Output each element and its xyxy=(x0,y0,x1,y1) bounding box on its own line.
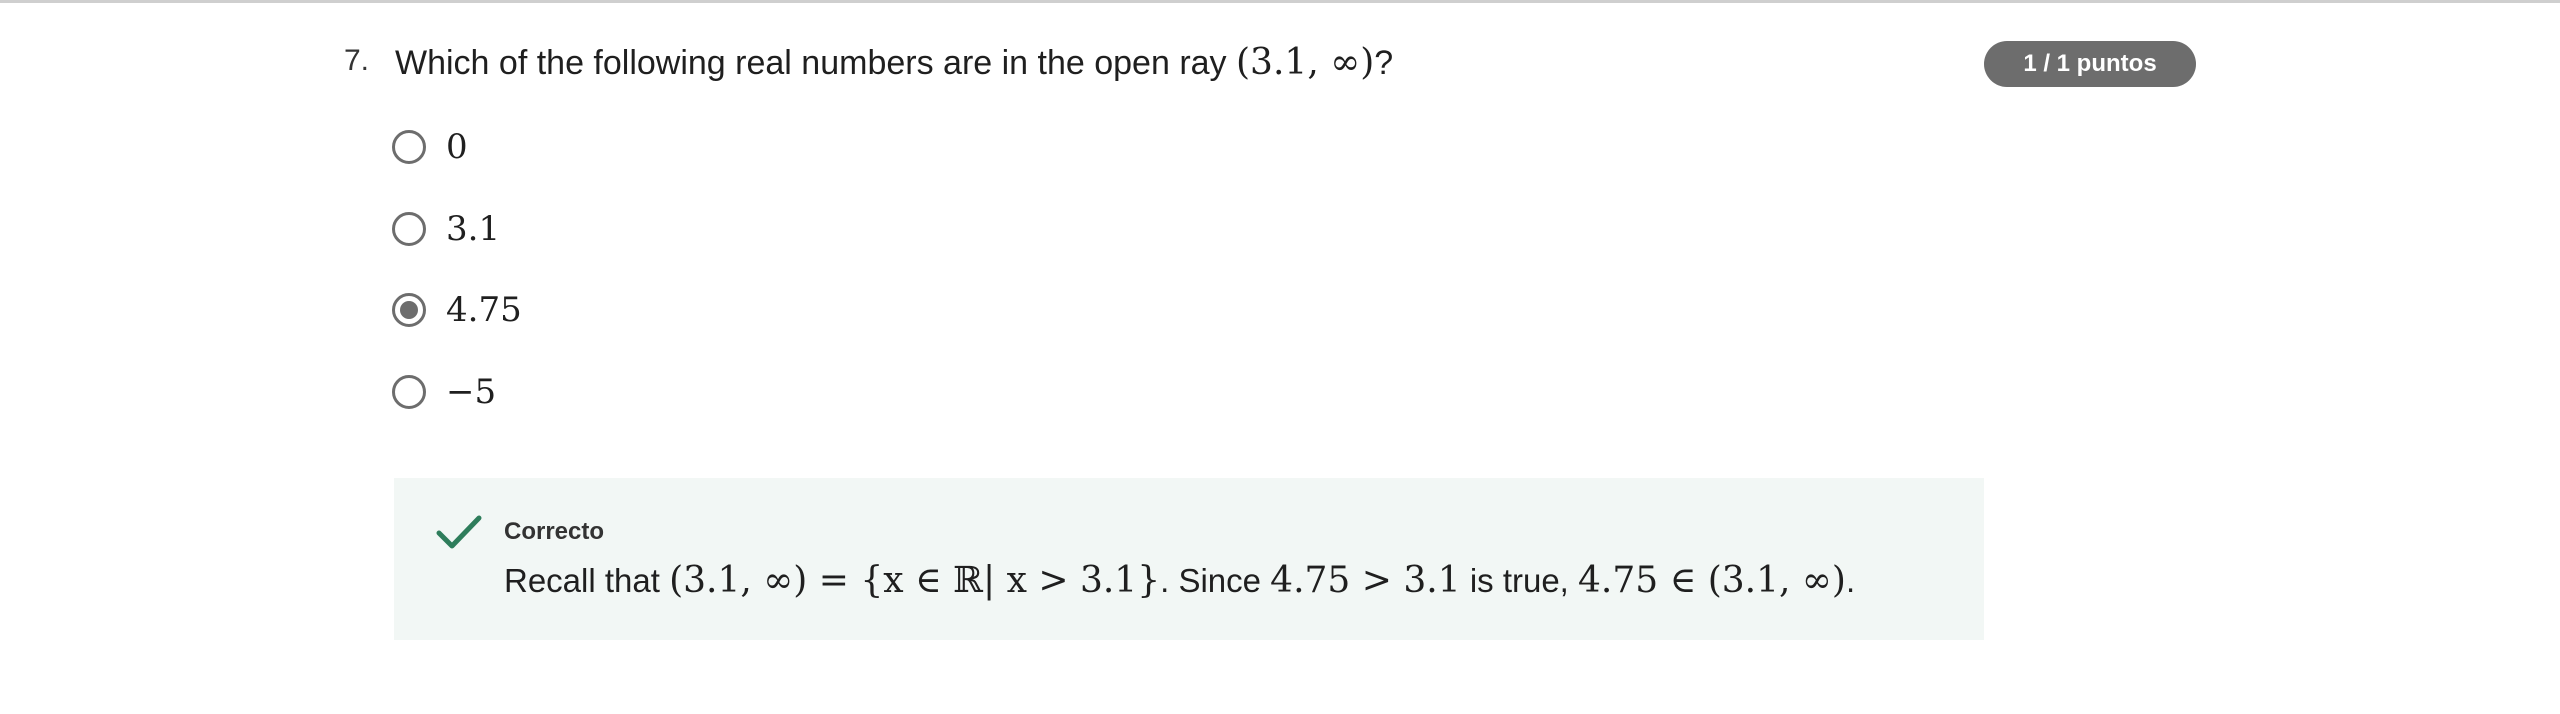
radio-selected-dot xyxy=(400,301,418,319)
feedback-text-recall: Recall that xyxy=(504,562,660,599)
question-mark: ? xyxy=(1374,44,1394,82)
top-divider xyxy=(0,0,2560,3)
feedback-panel: Correcto Recall that (3.1, ∞) = {x ∈ ℝ| … xyxy=(394,478,1984,640)
feedback-text-end: . xyxy=(1845,562,1856,599)
radio-button-selected[interactable] xyxy=(392,293,426,327)
radio-button[interactable] xyxy=(392,375,426,409)
question-math: (3.1, ∞) xyxy=(1236,42,1375,83)
feedback-math-inequality: 4.75 > 3.1 xyxy=(1270,560,1461,601)
option-label: 0 xyxy=(446,127,468,167)
score-badge: 1 / 1 puntos xyxy=(1984,41,2196,87)
option-label: 3.1 xyxy=(446,209,501,249)
feedback-text-since: . Since xyxy=(1160,562,1261,599)
radio-button[interactable] xyxy=(392,130,426,164)
question-number: 7. xyxy=(344,44,370,77)
answer-option-2[interactable]: 4.75 xyxy=(392,288,522,332)
option-label: −5 xyxy=(446,372,497,412)
question-text: Which of the following real numbers are … xyxy=(395,42,1393,83)
feedback-explanation: Recall that (3.1, ∞) = {x ∈ ℝ| x > 3.1}.… xyxy=(504,560,1855,601)
answer-option-0[interactable]: 0 xyxy=(392,125,468,169)
feedback-status: Correcto xyxy=(504,518,605,545)
answer-option-3[interactable]: −5 xyxy=(392,370,496,414)
question-prompt: Which of the following real numbers are … xyxy=(395,44,1227,82)
answer-option-1[interactable]: 3.1 xyxy=(392,207,500,251)
option-label: 4.75 xyxy=(446,290,522,330)
feedback-math-membership: 4.75 ∈ (3.1, ∞) xyxy=(1578,560,1846,601)
radio-button[interactable] xyxy=(392,212,426,246)
checkmark-icon xyxy=(436,515,482,549)
feedback-text-true: is true, xyxy=(1469,562,1569,599)
feedback-math-definition: (3.1, ∞) = {x ∈ ℝ| x > 3.1} xyxy=(669,560,1161,601)
